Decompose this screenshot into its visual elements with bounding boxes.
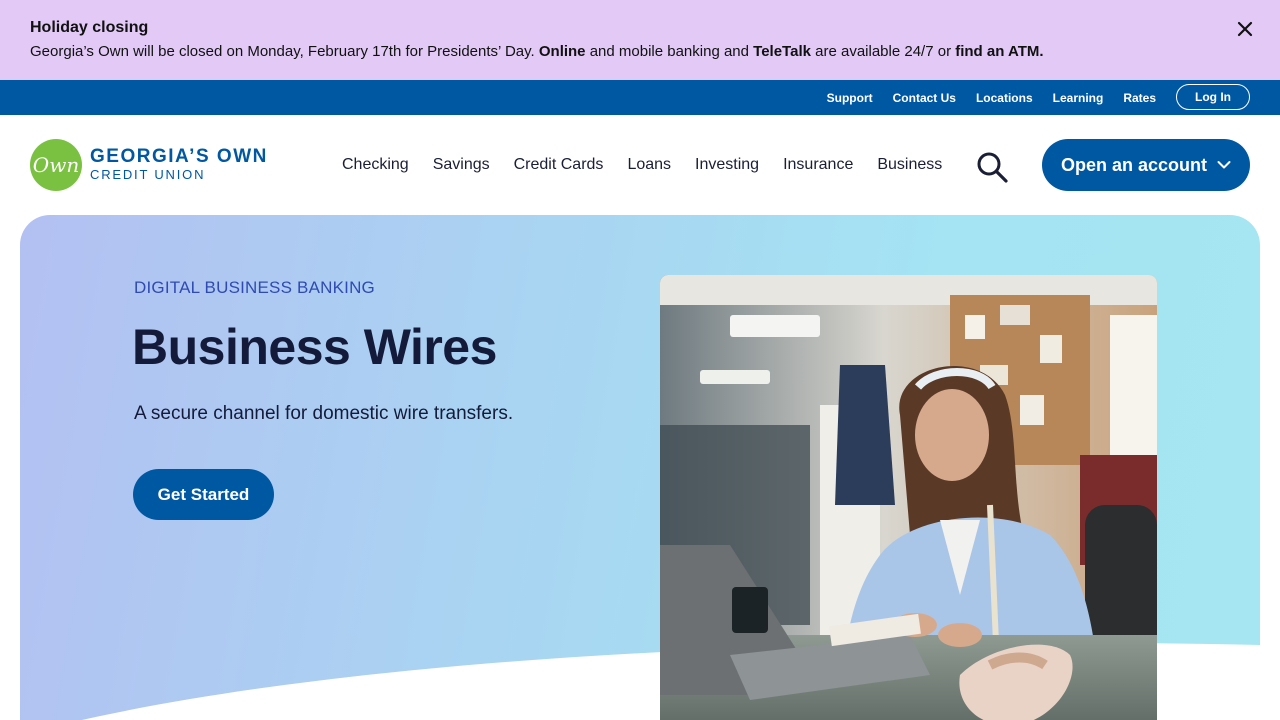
utility-link-contact-us[interactable]: Contact Us bbox=[893, 91, 956, 105]
utility-bar: Support Contact Us Locations Learning Ra… bbox=[0, 80, 1280, 115]
alert-message-text: and mobile banking and bbox=[585, 43, 754, 60]
page-title: Business Wires bbox=[132, 319, 497, 375]
logo-badge: Own bbox=[30, 139, 82, 191]
logo-line1: GEORGIA’S OWN bbox=[90, 146, 268, 167]
search-icon[interactable] bbox=[975, 150, 1009, 184]
nav-item-credit-cards[interactable]: Credit Cards bbox=[502, 156, 616, 174]
nav-item-loans[interactable]: Loans bbox=[615, 156, 683, 174]
nav-item-investing[interactable]: Investing bbox=[683, 156, 771, 174]
get-started-button[interactable]: Get Started bbox=[133, 469, 274, 520]
alert-title: Holiday closing bbox=[30, 19, 149, 36]
alert-message-text: Georgia’s Own will be closed on Monday, … bbox=[30, 43, 539, 60]
utility-link-learning[interactable]: Learning bbox=[1053, 91, 1104, 105]
alert-teletalk-link[interactable]: TeleTalk bbox=[753, 43, 811, 60]
log-in-button[interactable]: Log In bbox=[1176, 84, 1250, 110]
nav-item-insurance[interactable]: Insurance bbox=[771, 156, 865, 174]
holiday-alert-banner: Holiday closing Georgia’s Own will be cl… bbox=[0, 0, 1280, 80]
nav-item-savings[interactable]: Savings bbox=[421, 156, 502, 174]
utility-link-locations[interactable]: Locations bbox=[976, 91, 1033, 105]
nav-item-checking[interactable]: Checking bbox=[330, 156, 421, 174]
hero-photo-woman-at-laptop bbox=[660, 275, 1157, 720]
alert-message: Georgia’s Own will be closed on Monday, … bbox=[30, 42, 1250, 62]
hero-subtitle: A secure channel for domestic wire trans… bbox=[134, 403, 514, 424]
hero-eyebrow: DIGITAL BUSINESS BANKING bbox=[134, 278, 375, 297]
alert-online-link[interactable]: Online bbox=[539, 43, 586, 60]
georgias-own-logo[interactable]: Own GEORGIA’S OWN CREDIT UNION bbox=[30, 139, 268, 191]
utility-links: Support Contact Us Locations Learning Ra… bbox=[827, 80, 1156, 115]
logo-wordmark: GEORGIA’S OWN CREDIT UNION bbox=[90, 147, 268, 183]
close-icon[interactable] bbox=[1236, 20, 1254, 38]
alert-find-atm-link[interactable]: find an ATM. bbox=[955, 43, 1043, 60]
utility-link-rates[interactable]: Rates bbox=[1123, 91, 1156, 105]
open-an-account-button[interactable]: Open an account bbox=[1042, 139, 1250, 191]
nav-item-business[interactable]: Business bbox=[865, 156, 954, 174]
primary-nav: Checking Savings Credit Cards Loans Inve… bbox=[330, 115, 954, 215]
main-header: Own GEORGIA’S OWN CREDIT UNION Checking … bbox=[0, 115, 1280, 215]
hero-section: DIGITAL BUSINESS BANKING Business Wires … bbox=[20, 215, 1260, 720]
open-an-account-label: Open an account bbox=[1060, 154, 1208, 175]
utility-link-support[interactable]: Support bbox=[827, 91, 873, 105]
chevron-down-icon bbox=[1217, 161, 1231, 169]
hero-photo-illustration bbox=[660, 275, 1157, 720]
logo-line2: CREDIT UNION bbox=[90, 167, 206, 182]
alert-message-text: are available 24/7 or bbox=[810, 43, 956, 60]
